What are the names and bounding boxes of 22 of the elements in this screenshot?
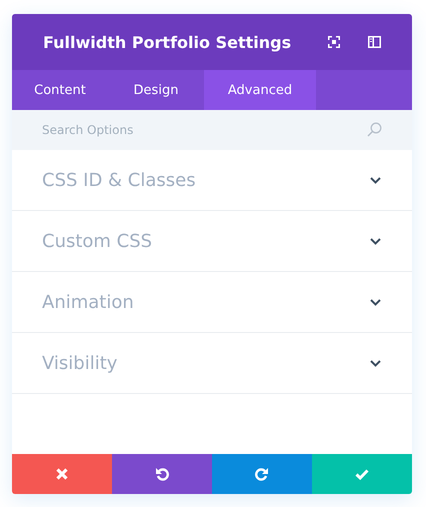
redo-button[interactable] — [212, 454, 312, 494]
section-title: CSS ID & Classes — [42, 170, 196, 190]
window-title: Fullwidth Portfolio Settings — [43, 32, 292, 52]
tab[interactable]: Content — [12, 70, 108, 110]
fullscreen-icon[interactable] — [328, 36, 340, 48]
section-title: Visibility — [42, 352, 118, 374]
search-icon — [367, 122, 382, 137]
section-header[interactable]: Custom CSS — [12, 211, 412, 272]
section-header[interactable]: CSS ID & Classes — [12, 150, 412, 211]
tab[interactable]: Design — [108, 70, 204, 110]
check-icon — [355, 468, 369, 480]
close-icon — [56, 468, 68, 480]
section-header[interactable]: Visibility — [12, 333, 412, 394]
redo-icon — [255, 467, 269, 481]
undo-icon — [155, 467, 169, 481]
section-title: Animation — [42, 292, 134, 312]
section-title: Custom CSS — [42, 230, 152, 252]
sidebar-icon[interactable] — [368, 36, 381, 48]
search-field[interactable]: Search Options — [12, 110, 412, 150]
undo-button[interactable] — [112, 454, 212, 494]
section-header[interactable]: Animation — [12, 272, 412, 333]
tab[interactable]: Advanced — [204, 70, 316, 110]
